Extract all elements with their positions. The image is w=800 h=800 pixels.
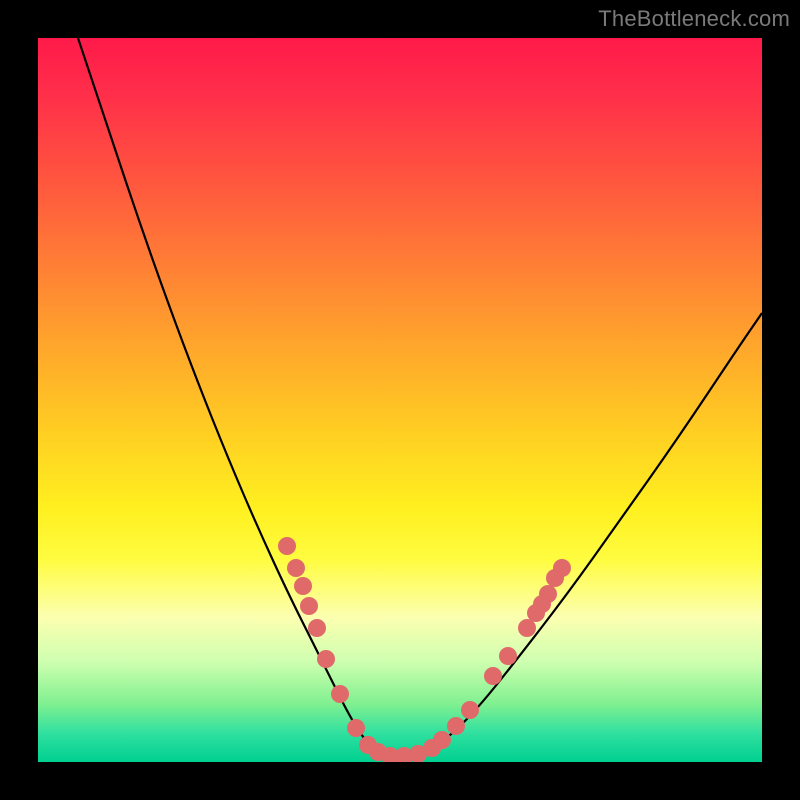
- data-point: [527, 604, 545, 622]
- data-point: [546, 569, 564, 587]
- data-point: [518, 619, 536, 637]
- data-point: [553, 559, 571, 577]
- data-point: [484, 667, 502, 685]
- data-point: [539, 585, 557, 603]
- data-point: [533, 595, 551, 613]
- data-point: [433, 731, 451, 749]
- data-point: [381, 747, 399, 762]
- data-point: [287, 559, 305, 577]
- data-point: [395, 747, 413, 762]
- bottleneck-curve: [78, 38, 762, 757]
- data-point: [300, 597, 318, 615]
- data-point: [308, 619, 326, 637]
- curve-path-group: [78, 38, 762, 757]
- data-point: [423, 739, 441, 757]
- data-point: [359, 736, 377, 754]
- data-point: [331, 685, 349, 703]
- data-point: [409, 745, 427, 762]
- data-point: [294, 577, 312, 595]
- chart-container: TheBottleneck.com: [0, 0, 800, 800]
- watermark-text: TheBottleneck.com: [598, 6, 790, 32]
- data-point: [278, 537, 296, 555]
- curve-svg: [38, 38, 762, 762]
- plot-area: [38, 38, 762, 762]
- data-point: [499, 647, 517, 665]
- data-point: [347, 719, 365, 737]
- data-markers: [278, 537, 571, 762]
- data-point: [317, 650, 335, 668]
- data-point: [447, 717, 465, 735]
- data-point: [461, 701, 479, 719]
- data-point: [369, 743, 387, 761]
